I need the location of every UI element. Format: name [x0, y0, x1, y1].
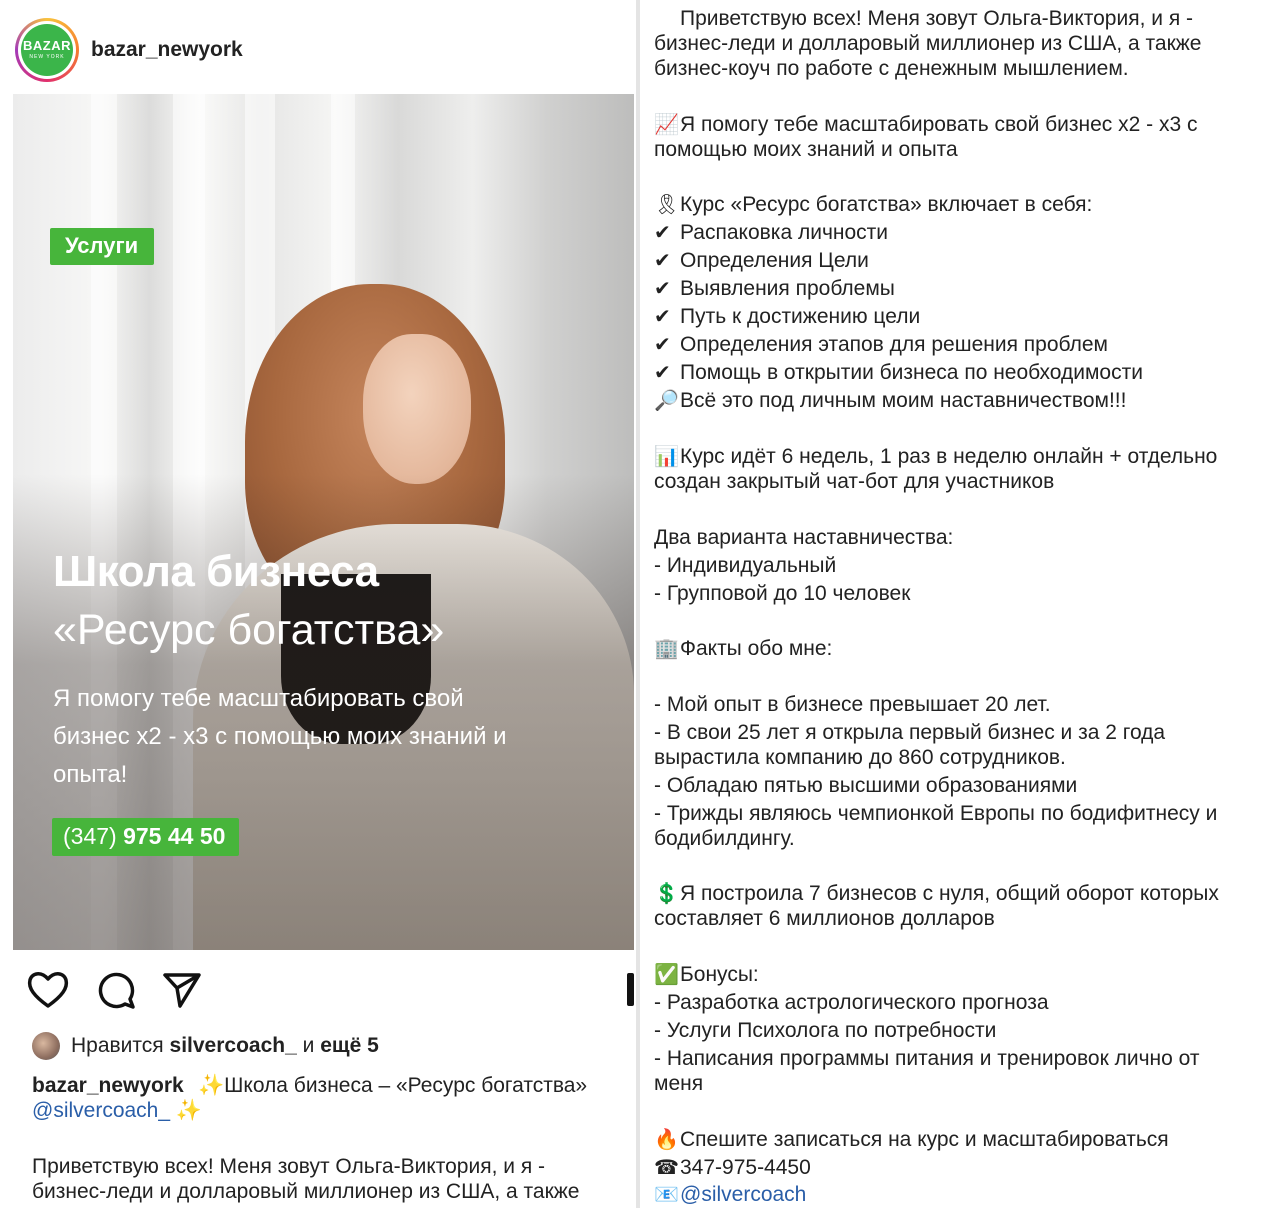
ribbon-icon: 🎗 [654, 194, 680, 216]
desc-line: ✔ Выявления проблемы [654, 277, 895, 300]
office-building-icon: 🏢 [654, 638, 679, 660]
desc-line: ✔ Распаковка личности [654, 221, 889, 244]
check-box-icon: ✅ [654, 964, 679, 986]
bar-chart-icon: 📊 [654, 446, 679, 468]
likes-summary[interactable]: Нравится silvercoach_ и ещё 5 [32, 1032, 632, 1062]
desc-line: 🎗Курс «Ресурс богатства» включает в себя… [654, 193, 1093, 216]
mention-link[interactable]: @silvercoach [680, 1183, 806, 1206]
desc-line: 💲Я построила 7 бизнесов с нуля, общий об… [654, 882, 1219, 905]
desc-line: 🔎Всё это под личным моим наставничеством… [654, 389, 1127, 412]
image-phone: (347) 975 44 50 [52, 818, 240, 856]
desc-line: 📊Курс идёт 6 недель, 1 раз в неделю онла… [654, 445, 1218, 468]
image-lead-text: Я помогу тебе масштабировать свой бизнес… [53, 685, 507, 788]
desc-line: Приветствую всех! Меня зовут Ольга-Викто… [680, 7, 1194, 30]
instagram-post: BAZAR NEW YORK bazar_newyork Услуги Школ… [0, 0, 636, 1208]
desc-line: бодибилдингу. [654, 827, 795, 850]
desc-line: создан закрытый чат-бот для участников [654, 470, 1055, 493]
caption-username[interactable]: bazar_newyork [32, 1074, 184, 1098]
dollar-sign-icon: 💲 [654, 883, 679, 905]
caption-title: ✨Школа бизнеса – «Ресурс богатства» [198, 1074, 588, 1097]
post-actions [26, 968, 616, 1012]
desc-line: помощью моих знаний и опыта [654, 138, 958, 161]
post-header: BAZAR NEW YORK bazar_newyork [0, 0, 636, 94]
desc-line: ✅Бонусы: [654, 963, 759, 986]
desc-line: ✔ Путь к достижению цели [654, 305, 921, 328]
check-icon: ✔ [654, 362, 671, 384]
desc-line: - Индивидуальный [654, 554, 837, 577]
desc-line: - В свои 25 лет я открыла первый бизнес … [654, 721, 1166, 744]
email-icon: 📧 [654, 1184, 679, 1206]
liker-avatar [32, 1032, 60, 1060]
desc-line: составляет 6 миллионов долларов [654, 907, 995, 930]
desc-line: ✔ Определения этапов для решения проблем [654, 333, 1108, 356]
bazar-logo: BAZAR NEW YORK [21, 24, 73, 76]
check-icon: ✔ [654, 334, 671, 356]
post-username[interactable]: bazar_newyork [91, 38, 243, 62]
desc-line: 📈Я помогу тебе масштабировать свой бизне… [654, 113, 1198, 136]
desc-line: - Написания программы питания и трениров… [654, 1047, 1200, 1070]
image-headline: Школа бизнеса [53, 547, 379, 596]
check-icon: ✔ [654, 222, 671, 244]
send-icon[interactable] [160, 968, 204, 1012]
desc-line: ✔ Помощь в открытии бизнеса по необходимо… [654, 361, 1143, 384]
bookmark-icon[interactable] [627, 973, 634, 1006]
desc-line: бизнес-коуч по работе с денежным мышлени… [654, 57, 1129, 80]
desc-line: бизнес-леди и долларовый миллионер из СШ… [654, 32, 1202, 55]
desc-line: - Групповой до 10 человек [654, 582, 911, 605]
desc-line: - Трижды являюсь чемпионкой Европы по бо… [654, 802, 1218, 825]
desc-line: меня [654, 1072, 704, 1095]
magnifier-icon: 🔎 [654, 390, 679, 412]
caption-full-text: Приветствую всех! Меня зовут Ольга-Викто… [640, 0, 1280, 1208]
caption-mention: @silvercoach_ ✨ [32, 1099, 203, 1122]
fire-icon: 🔥 [654, 1129, 679, 1151]
check-icon: ✔ [654, 306, 671, 328]
desc-line: Два варианта наставничества: [654, 526, 954, 549]
post-image[interactable]: Услуги Школа бизнеса «Ресурс богатства» … [13, 94, 634, 950]
caption-body: Приветствую всех! Меня зовут Ольга-Викто… [32, 1155, 580, 1203]
desc-line: вырастила компанию до 860 сотрудников. [654, 746, 1066, 769]
telephone-icon: ☎ [654, 1157, 679, 1179]
heart-icon[interactable] [26, 968, 70, 1012]
comment-icon[interactable] [94, 968, 138, 1012]
desc-line: - Мой опыт в бизнесе превышает 20 лет. [654, 693, 1051, 716]
desc-line: ☎347-975-4450 [654, 1156, 811, 1179]
image-subheadline: «Ресурс богатства» [53, 606, 445, 654]
desc-line: - Разработка астрологического прогноза [654, 991, 1049, 1014]
desc-line: 🔥Спешите записаться на курс и масштабиро… [654, 1128, 1169, 1151]
desc-line: 🏢Факты обо мне: [654, 637, 833, 660]
desc-line: - Обладаю пятью высшими образованиями [654, 774, 1078, 797]
check-icon: ✔ [654, 278, 671, 300]
profile-avatar[interactable]: BAZAR NEW YORK [15, 18, 79, 82]
services-badge: Услуги [50, 228, 155, 265]
photo-subject-face [363, 334, 471, 484]
chart-up-icon: 📈 [654, 114, 679, 136]
desc-line: ✔ Определения Цели [654, 249, 869, 272]
check-icon: ✔ [654, 250, 671, 272]
desc-line: 📧@silvercoach [654, 1182, 1274, 1208]
desc-line: - Услуги Психолога по потребности [654, 1019, 997, 1042]
